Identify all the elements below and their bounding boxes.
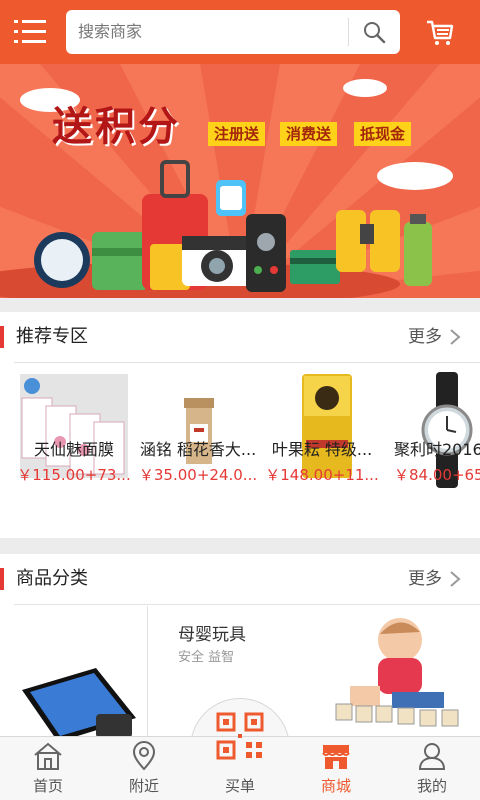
nav-label: 买单	[224, 777, 255, 795]
product-name: 聚利时2016	[394, 440, 480, 459]
nav-label: 附近	[128, 777, 159, 795]
home-icon	[34, 742, 62, 770]
product-price: ￥115.00+73...	[17, 466, 131, 484]
recommended-header: 推荐专区 更多	[0, 312, 480, 363]
divider	[14, 604, 480, 605]
search-input[interactable]: 搜索商家	[66, 10, 400, 54]
section-title: 推荐专区	[16, 326, 88, 347]
nav-label: 我的	[416, 777, 447, 795]
more-link[interactable]: 更多	[408, 554, 442, 604]
product-price: ￥148.00+11...	[265, 466, 379, 484]
nav-item-mine[interactable]: 我的	[384, 737, 480, 800]
product-price: ￥35.00+24.0...	[138, 466, 258, 484]
more-link[interactable]: 更多	[408, 312, 442, 362]
menu-icon[interactable]	[14, 16, 50, 48]
chevron-right-icon[interactable]	[448, 570, 462, 588]
search-placeholder: 搜索商家	[78, 22, 143, 41]
section-accent-bar	[0, 326, 4, 348]
recommended-section: 推荐专区 更多 天仙魅面膜 ￥115.00+73... 涵铭 稻花香大... ￥…	[0, 312, 480, 538]
nav-item-nearby[interactable]: 附近	[96, 737, 192, 800]
baby-image	[335, 618, 459, 727]
section-title: 商品分类	[16, 568, 88, 589]
product-price: ￥84.00+65	[394, 466, 480, 484]
product-name: 涵铭 稻花香大...	[139, 440, 257, 459]
categories-header: 商品分类 更多	[0, 554, 480, 605]
banner-tag: 注册送	[208, 122, 266, 146]
store-icon	[322, 745, 350, 769]
qr-code-icon	[216, 712, 264, 760]
nav-item-pay[interactable]: 买单	[192, 712, 288, 800]
search-divider	[348, 18, 349, 46]
bottom-nav: 首页 附近 买单 商城 我的	[0, 712, 480, 800]
chevron-right-icon[interactable]	[448, 328, 462, 346]
divider	[14, 362, 480, 363]
category-tile-electronics[interactable]	[0, 606, 147, 736]
banner-tag: 消费送	[280, 122, 338, 146]
cart-icon[interactable]	[424, 16, 456, 48]
product-name: 天仙魅面膜	[33, 440, 114, 459]
nav-label: 商城	[320, 777, 351, 795]
nav-label: 首页	[32, 777, 63, 795]
nav-item-home[interactable]: 首页	[0, 737, 96, 800]
tablet-image	[22, 668, 136, 736]
user-icon	[418, 743, 446, 770]
banner-title: 送积分	[52, 104, 181, 150]
section-accent-bar	[0, 568, 4, 590]
banner-tag: 抵现金	[354, 122, 412, 146]
search-icon[interactable]	[362, 20, 386, 44]
top-bar: 搜索商家	[0, 0, 480, 64]
location-icon	[132, 741, 156, 771]
category-subtitle: 安全 益智	[178, 650, 235, 665]
promo-banner[interactable]: 送积分 注册送 消费送 抵现金	[0, 64, 480, 298]
product-name: 叶果耘 特级...	[271, 440, 373, 459]
category-title: 母婴玩具	[178, 625, 246, 645]
nav-item-mall[interactable]: 商城	[288, 737, 384, 800]
